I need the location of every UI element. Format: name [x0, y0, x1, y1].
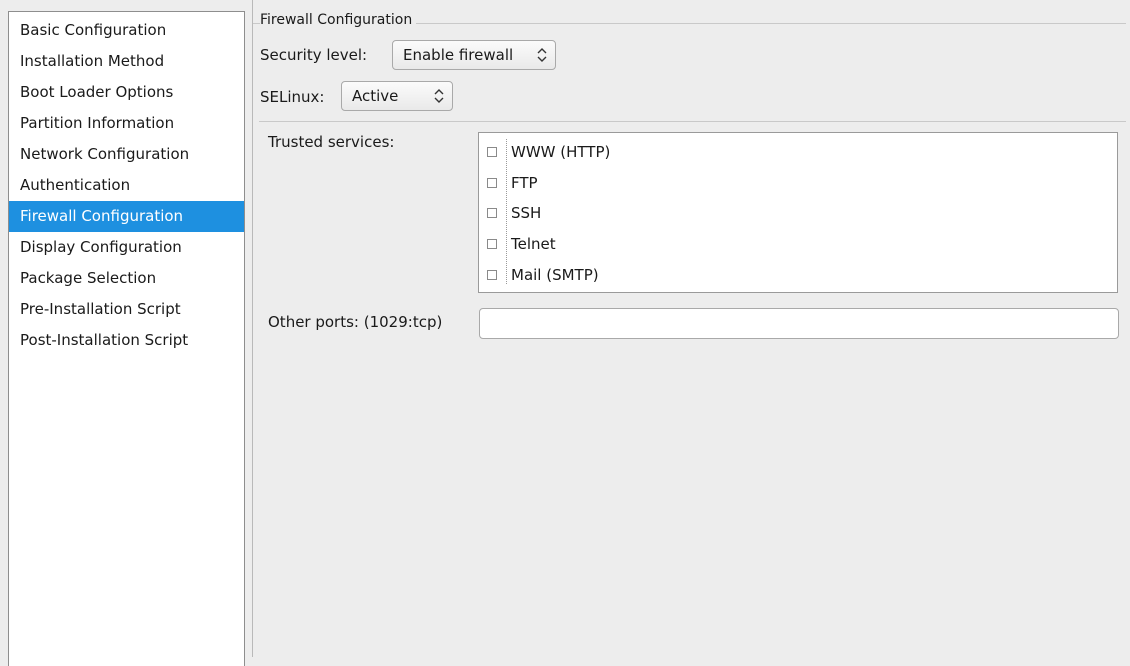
checkbox-unchecked-icon[interactable] [487, 147, 497, 157]
sidebar-item-display-configuration[interactable]: Display Configuration [9, 232, 244, 263]
service-mail-smtp[interactable]: Mail (SMTP) [479, 262, 1117, 288]
service-telnet[interactable]: Telnet [479, 231, 1117, 257]
up-down-chevron-icon [433, 82, 445, 110]
up-down-chevron-icon [536, 41, 548, 69]
sidebar-item-post-installation-script[interactable]: Post-Installation Script [9, 325, 244, 356]
sidebar-item-basic-configuration[interactable]: Basic Configuration [9, 15, 244, 46]
security-level-value: Enable firewall [403, 46, 514, 64]
trusted-services-list: WWW (HTTP) FTP SSH Telnet Mail (SMTP) [478, 132, 1118, 293]
service-label: FTP [511, 174, 538, 192]
security-level-combo[interactable]: Enable firewall [392, 40, 556, 70]
trusted-services-label: Trusted services: [268, 133, 395, 151]
other-ports-input[interactable] [479, 308, 1119, 339]
other-ports-label: Other ports: (1029:tcp) [268, 313, 443, 331]
sidebar-list: Basic Configuration Installation Method … [9, 12, 244, 356]
service-label: WWW (HTTP) [511, 143, 611, 161]
firewall-panel: Firewall Configuration Security level: E… [252, 0, 1130, 657]
service-ssh[interactable]: SSH [479, 200, 1117, 226]
checkbox-unchecked-icon[interactable] [487, 178, 497, 188]
security-level-label: Security level: [260, 46, 368, 64]
service-label: SSH [511, 204, 542, 222]
checkbox-unchecked-icon[interactable] [487, 270, 497, 280]
sidebar-item-firewall-configuration[interactable]: Firewall Configuration [9, 201, 244, 232]
sidebar-item-installation-method[interactable]: Installation Method [9, 46, 244, 77]
frame-title: Firewall Configuration [260, 10, 417, 30]
sidebar-item-boot-loader-options[interactable]: Boot Loader Options [9, 77, 244, 108]
sidebar-item-authentication[interactable]: Authentication [9, 170, 244, 201]
separator [259, 121, 1126, 122]
checkbox-unchecked-icon[interactable] [487, 208, 497, 218]
sidebar-item-partition-information[interactable]: Partition Information [9, 108, 244, 139]
sidebar-item-package-selection[interactable]: Package Selection [9, 263, 244, 294]
service-label: Telnet [511, 235, 556, 253]
sidebar: Basic Configuration Installation Method … [8, 11, 245, 666]
selinux-label: SELinux: [260, 88, 325, 106]
sidebar-item-network-configuration[interactable]: Network Configuration [9, 139, 244, 170]
service-label: Mail (SMTP) [511, 266, 599, 284]
service-www-http[interactable]: WWW (HTTP) [479, 139, 1117, 165]
sidebar-item-pre-installation-script[interactable]: Pre-Installation Script [9, 294, 244, 325]
selinux-combo[interactable]: Active [341, 81, 453, 111]
service-ftp[interactable]: FTP [479, 170, 1117, 196]
checkbox-unchecked-icon[interactable] [487, 239, 497, 249]
selinux-value: Active [352, 87, 399, 105]
